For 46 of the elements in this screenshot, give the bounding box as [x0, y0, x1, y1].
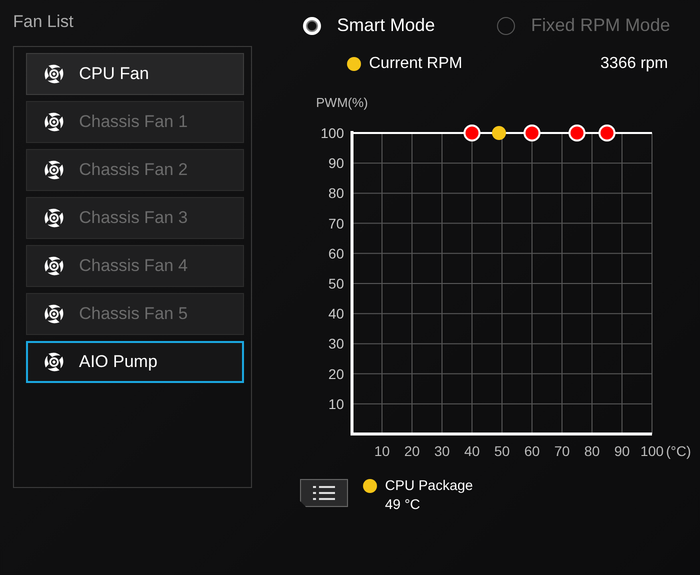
fan-icon	[43, 303, 65, 325]
y-axis-label: PWM(%)	[316, 95, 368, 110]
rpm-label: Current RPM	[369, 55, 462, 73]
panel-title: Fan List	[13, 12, 74, 33]
list-icon	[313, 486, 335, 500]
curve-point[interactable]	[524, 124, 540, 142]
x-tick-label: 80	[584, 443, 600, 459]
fan-icon	[43, 63, 65, 85]
y-tick-label: 10	[328, 396, 344, 412]
fan-icon	[43, 255, 65, 277]
x-tick-label: 50	[494, 443, 510, 459]
curve-point[interactable]	[568, 124, 586, 142]
fan-icon	[43, 351, 65, 373]
y-tick-label: 80	[328, 185, 344, 202]
fan-item[interactable]: CPU Fan	[26, 53, 244, 95]
x-tick-label: 90	[614, 443, 630, 459]
fan-item[interactable]: AIO Pump	[26, 341, 244, 383]
y-tick-label: 20	[328, 366, 344, 382]
y-tick-label: 50	[328, 276, 344, 292]
y-tick-label: 100	[320, 125, 344, 141]
mode-label[interactable]: Smart Mode	[337, 15, 436, 36]
y-tick-label: 70	[328, 215, 344, 232]
sensor-value: 49 °C	[385, 496, 420, 512]
y-tick-label: 30	[328, 336, 344, 352]
fan-icon	[43, 159, 65, 181]
curve-point[interactable]	[464, 124, 480, 142]
sensor-label: CPU Package	[385, 477, 473, 493]
x-axis-label: (°C)	[666, 443, 692, 459]
fan-icon	[43, 207, 65, 229]
current-point	[492, 126, 506, 140]
x-tick-label: 30	[434, 443, 450, 459]
x-tick-label: 20	[404, 443, 420, 459]
radio-button[interactable]	[497, 16, 516, 34]
y-tick-label: 40	[328, 306, 344, 322]
y-tick-label: 60	[328, 245, 344, 262]
x-tick-label: 100	[640, 443, 664, 459]
x-tick-label: 70	[554, 443, 570, 459]
x-tick-label: 10	[374, 443, 390, 459]
y-tick-label: 90	[328, 155, 344, 172]
x-tick-label: 60	[524, 443, 540, 459]
list-button[interactable]	[300, 479, 348, 507]
mode-label[interactable]: Fixed RPM Mode	[531, 15, 670, 36]
rpm-value: 3366 rpm	[600, 55, 668, 73]
x-tick-label: 40	[464, 443, 480, 459]
curve-point[interactable]	[598, 124, 616, 142]
fan-icon	[43, 111, 65, 133]
